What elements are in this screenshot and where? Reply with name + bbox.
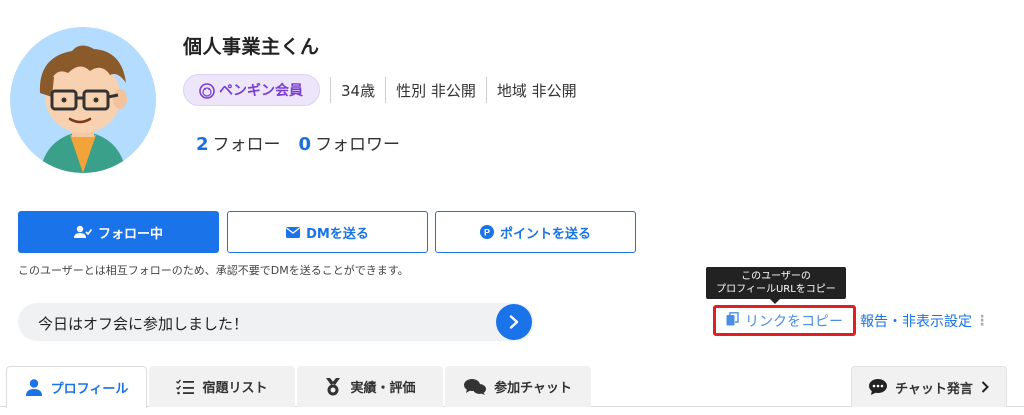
- send-points-label: ポイントを送る: [499, 226, 591, 242]
- divider: [330, 77, 331, 103]
- send-dm-button[interactable]: DMを送る: [227, 211, 428, 253]
- report-label: 報告・非表示設定: [860, 314, 972, 330]
- tab-profile-label: プロフィール: [50, 382, 129, 397]
- member-badge[interactable]: ペンギン会員: [183, 74, 320, 106]
- follow-stats: 2 フォロー 0 フォロワー: [196, 130, 400, 155]
- copy-link-button[interactable]: リンクをコピー: [713, 305, 856, 336]
- chevron-right-icon: [981, 381, 989, 393]
- report-hide-settings-link[interactable]: 報告・非表示設定 ⋮: [860, 311, 989, 331]
- tab-profile[interactable]: プロフィール: [6, 366, 147, 408]
- tab-homework-list[interactable]: 宿題リスト: [149, 366, 295, 407]
- following-button-label: フォロー中: [97, 226, 163, 242]
- tab-joined-chats-label: 参加チャット: [494, 381, 572, 396]
- divider: [485, 77, 487, 103]
- avatar: [10, 27, 156, 173]
- tab-chat-posts-label: チャット発言: [895, 381, 973, 397]
- envelope-icon: [286, 226, 301, 238]
- person-icon: [25, 379, 43, 396]
- region-text: 地域 非公開: [496, 81, 577, 100]
- profile-meta: ペンギン会員 34歳 性別 非公開 地域 非公開: [183, 73, 577, 107]
- copy-link-label: リンクをコピー: [745, 313, 843, 330]
- follower-count[interactable]: 0: [299, 134, 312, 155]
- status-message[interactable]: 今日はオフ会に参加しました！: [18, 303, 534, 341]
- svg-text:P: P: [484, 228, 490, 238]
- follow-label[interactable]: フォロー: [213, 130, 281, 155]
- tab-joined-chats[interactable]: 参加チャット: [445, 366, 591, 407]
- member-badge-label: ペンギン会員: [219, 83, 303, 99]
- follow-count[interactable]: 2: [196, 134, 209, 155]
- follower-label[interactable]: フォロワー: [315, 130, 400, 155]
- status-text: 今日はオフ会に参加しました！: [38, 315, 249, 333]
- divider: [385, 77, 387, 103]
- tab-homework-label: 宿題リスト: [202, 381, 268, 396]
- mutual-follow-note: このユーザーとは相互フォローのため、承認不要でDMを送ることができます。: [18, 264, 409, 277]
- tooltip-line-2: プロフィールURLをコピー: [716, 284, 836, 295]
- chat-dots-icon: [869, 379, 888, 395]
- checklist-icon: [176, 379, 195, 395]
- point-coin-icon: P: [479, 225, 494, 239]
- chat-bubbles-icon: [464, 378, 487, 395]
- username: 個人事業主くん: [183, 36, 320, 58]
- age-text: 34歳: [341, 81, 376, 100]
- copy-icon: [726, 311, 739, 330]
- chevron-right-icon[interactable]: [496, 304, 532, 340]
- penguin-icon: [198, 81, 216, 99]
- tab-chat-posts[interactable]: チャット発言: [851, 366, 1007, 407]
- copy-link-tooltip: このユーザーの プロフィールURLをコピー: [706, 267, 846, 304]
- person-check-icon: [73, 225, 92, 239]
- medal-icon: [324, 377, 342, 396]
- following-button[interactable]: フォロー中: [18, 211, 219, 253]
- kebab-icon: ⋮: [975, 313, 989, 329]
- send-points-button[interactable]: P ポイントを送る: [435, 211, 636, 253]
- gender-text: 性別 非公開: [396, 81, 476, 100]
- tab-achievements-label: 実績・評価: [350, 381, 416, 396]
- tooltip-line-1: このユーザーの: [741, 271, 811, 282]
- tab-achievements[interactable]: 実績・評価: [297, 366, 443, 407]
- send-dm-label: DMを送る: [306, 226, 369, 242]
